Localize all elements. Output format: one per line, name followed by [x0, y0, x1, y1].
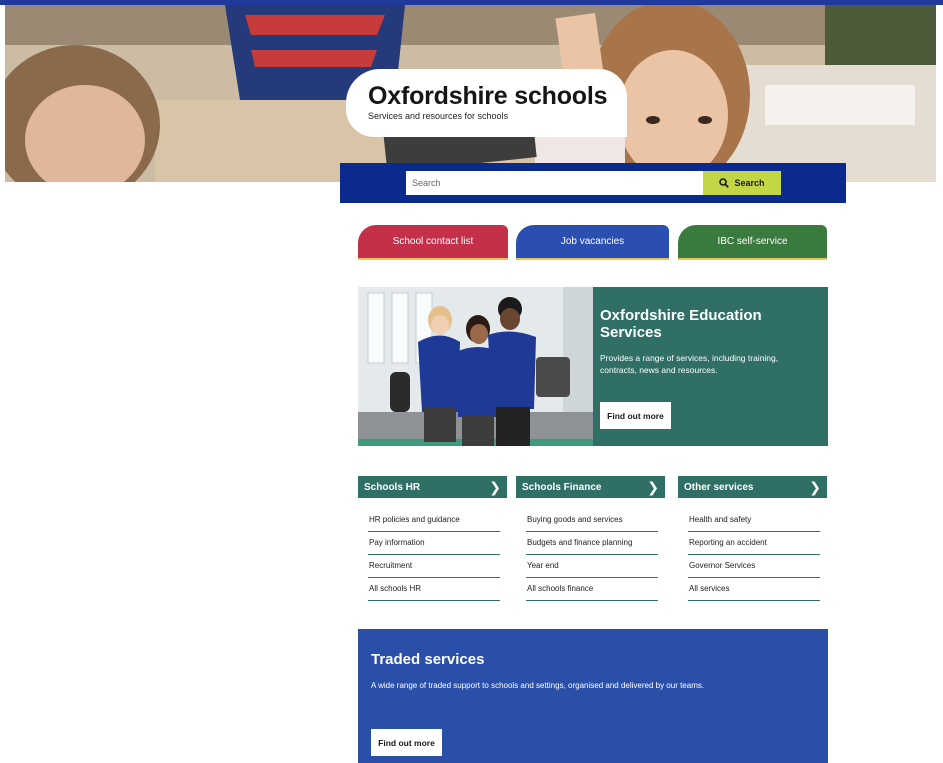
schools-finance-column: Schools Finance ❯ Buying goods and servi…	[516, 476, 665, 601]
traded-find-out-more-button[interactable]: Find out more	[371, 729, 442, 756]
chevron-right-icon: ❯	[489, 478, 501, 495]
quick-link-label: IBC self-service	[717, 236, 788, 247]
column-heading-label: Other services	[684, 481, 754, 493]
quick-link-label: Job vacancies	[560, 236, 625, 247]
promo-title[interactable]: Oxfordshire Education Services	[600, 307, 815, 341]
search-input[interactable]	[406, 171, 703, 195]
chevron-right-icon: ❯	[647, 478, 659, 495]
column-heading-label: Schools HR	[364, 481, 421, 493]
education-services-promo: Oxfordshire Education Services Provides …	[358, 287, 828, 446]
list-item[interactable]: All services	[688, 578, 820, 601]
list-item[interactable]: Buying goods and services	[526, 509, 658, 532]
chevron-right-icon: ❯	[809, 478, 821, 495]
traded-services-description: A wide range of traded support to school…	[371, 681, 705, 690]
other-services-heading[interactable]: Other services ❯	[678, 476, 827, 498]
students-photo	[358, 287, 593, 446]
schools-finance-heading[interactable]: Schools Finance ❯	[516, 476, 665, 498]
list-item[interactable]: HR policies and guidance	[368, 509, 500, 532]
traded-services-title[interactable]: Traded services	[371, 651, 484, 668]
list-item[interactable]: Reporting an accident	[688, 532, 820, 555]
ibc-self-service-button[interactable]: IBC self-service	[678, 225, 827, 258]
schools-hr-links: HR policies and guidance Pay information…	[368, 509, 500, 601]
schools-hr-column: Schools HR ❯ HR policies and guidance Pa…	[358, 476, 507, 601]
quick-link-label: School contact list	[392, 236, 474, 247]
site-title[interactable]: Oxfordshire schools	[368, 82, 627, 110]
list-item[interactable]: Pay information	[368, 532, 500, 555]
promo-text: Oxfordshire Education Services Provides …	[600, 307, 815, 376]
list-item[interactable]: Governor Services	[688, 555, 820, 578]
promo-find-out-more-button[interactable]: Find out more	[600, 402, 671, 429]
list-item[interactable]: Year end	[526, 555, 658, 578]
search-icon	[719, 178, 730, 188]
list-item[interactable]: All schools finance	[526, 578, 658, 601]
hero-banner: Oxfordshire schools Services and resourc…	[5, 5, 936, 182]
traded-services-section: Traded services A wide range of traded s…	[358, 629, 828, 763]
list-item[interactable]: Budgets and finance planning	[526, 532, 658, 555]
list-item[interactable]: Recruitment	[368, 555, 500, 578]
search-button-label: Search	[734, 178, 765, 188]
site-subtitle: Services and resources for schools	[368, 111, 509, 121]
search-button[interactable]: Search	[703, 171, 781, 195]
column-heading-label: Schools Finance	[522, 481, 602, 493]
schools-hr-heading[interactable]: Schools HR ❯	[358, 476, 507, 498]
site-title-card: Oxfordshire schools Services and resourc…	[346, 69, 627, 137]
school-contact-list-button[interactable]: School contact list	[358, 225, 508, 258]
list-item[interactable]: All schools HR	[368, 578, 500, 601]
schools-finance-links: Buying goods and services Budgets and fi…	[526, 509, 658, 601]
promo-description: Provides a range of services, including …	[600, 353, 779, 375]
other-services-column: Other services ❯ Health and safety Repor…	[678, 476, 827, 601]
job-vacancies-button[interactable]: Job vacancies	[516, 225, 669, 258]
search-bar: Search	[340, 163, 846, 203]
other-services-links: Health and safety Reporting an accident …	[688, 509, 820, 601]
list-item[interactable]: Health and safety	[688, 509, 820, 532]
